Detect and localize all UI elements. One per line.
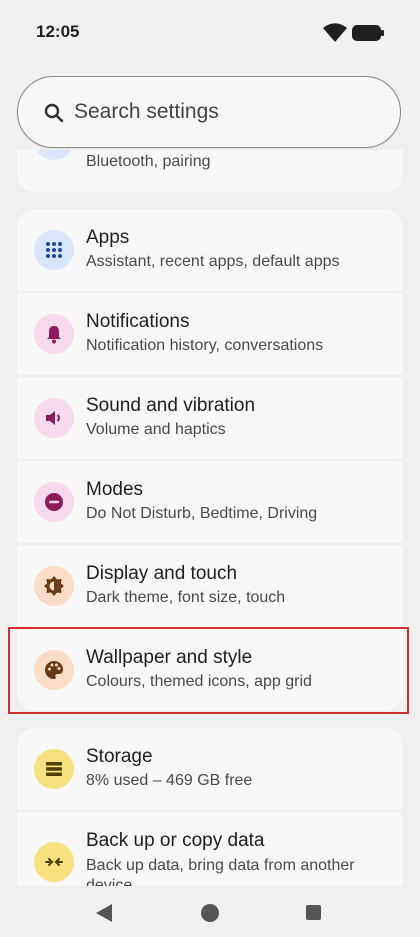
apps-grid-icon (34, 230, 74, 270)
settings-list[interactable]: Bluetooth, pairing Apps Assistant, recen… (0, 150, 420, 886)
settings-item-subtitle: Dark theme, font size, touch (86, 589, 286, 606)
settings-item-apps[interactable]: Apps Assistant, recent apps, default app… (17, 209, 403, 291)
status-time: 12:05 (36, 22, 80, 41)
speaker-icon (34, 398, 74, 438)
settings-item-connected-devices[interactable]: Bluetooth, pairing (17, 150, 403, 192)
settings-item-subtitle: Back up data, bring data from another de… (86, 857, 355, 886)
settings-item-sound[interactable]: Sound and vibration Volume and haptics (17, 377, 403, 459)
settings-item-backup[interactable]: Back up or copy data Back up data, bring… (17, 812, 403, 886)
settings-item-title: Notifications (86, 311, 190, 332)
settings-item-title: Apps (86, 227, 130, 248)
settings-item-subtitle: Bluetooth, pairing (86, 153, 211, 170)
settings-item-title: Display and touch (86, 563, 238, 584)
settings-item-storage[interactable]: Storage 8% used – 469 GB free (17, 728, 403, 810)
settings-item-title: Storage (86, 746, 153, 767)
settings-item-subtitle: Notification history, conversations (86, 337, 324, 354)
status-bar: 12:05 (0, 0, 420, 64)
recents-icon[interactable] (306, 905, 321, 920)
storage-icon (34, 749, 74, 789)
do-not-disturb-icon (34, 482, 74, 522)
settings-item-display[interactable]: Display and touch Dark theme, font size,… (17, 545, 403, 627)
bell-icon (34, 314, 74, 354)
settings-item-subtitle: 8% used – 469 GB free (86, 772, 253, 789)
battery-icon (352, 25, 384, 41)
search-icon (44, 103, 64, 123)
devices-icon (34, 150, 74, 160)
backup-transfer-icon (34, 842, 74, 882)
settings-item-subtitle: Do Not Disturb, Bedtime, Driving (86, 505, 318, 522)
wifi-icon (323, 23, 347, 42)
search-bar[interactable]: Search settings (17, 76, 401, 148)
back-icon[interactable] (96, 904, 112, 922)
settings-item-notifications[interactable]: Notifications Notification history, conv… (17, 293, 403, 375)
settings-item-subtitle: Assistant, recent apps, default apps (86, 253, 340, 270)
home-icon[interactable] (201, 904, 219, 922)
settings-item-title: Modes (86, 479, 144, 500)
selection-highlight (8, 627, 409, 714)
settings-item-title: Sound and vibration (86, 395, 256, 416)
search-placeholder: Search settings (74, 100, 219, 123)
settings-item-subtitle: Volume and haptics (86, 421, 226, 438)
settings-item-modes[interactable]: Modes Do Not Disturb, Bedtime, Driving (17, 461, 403, 543)
settings-item-title: Back up or copy data (86, 830, 265, 851)
brightness-icon (34, 566, 74, 606)
